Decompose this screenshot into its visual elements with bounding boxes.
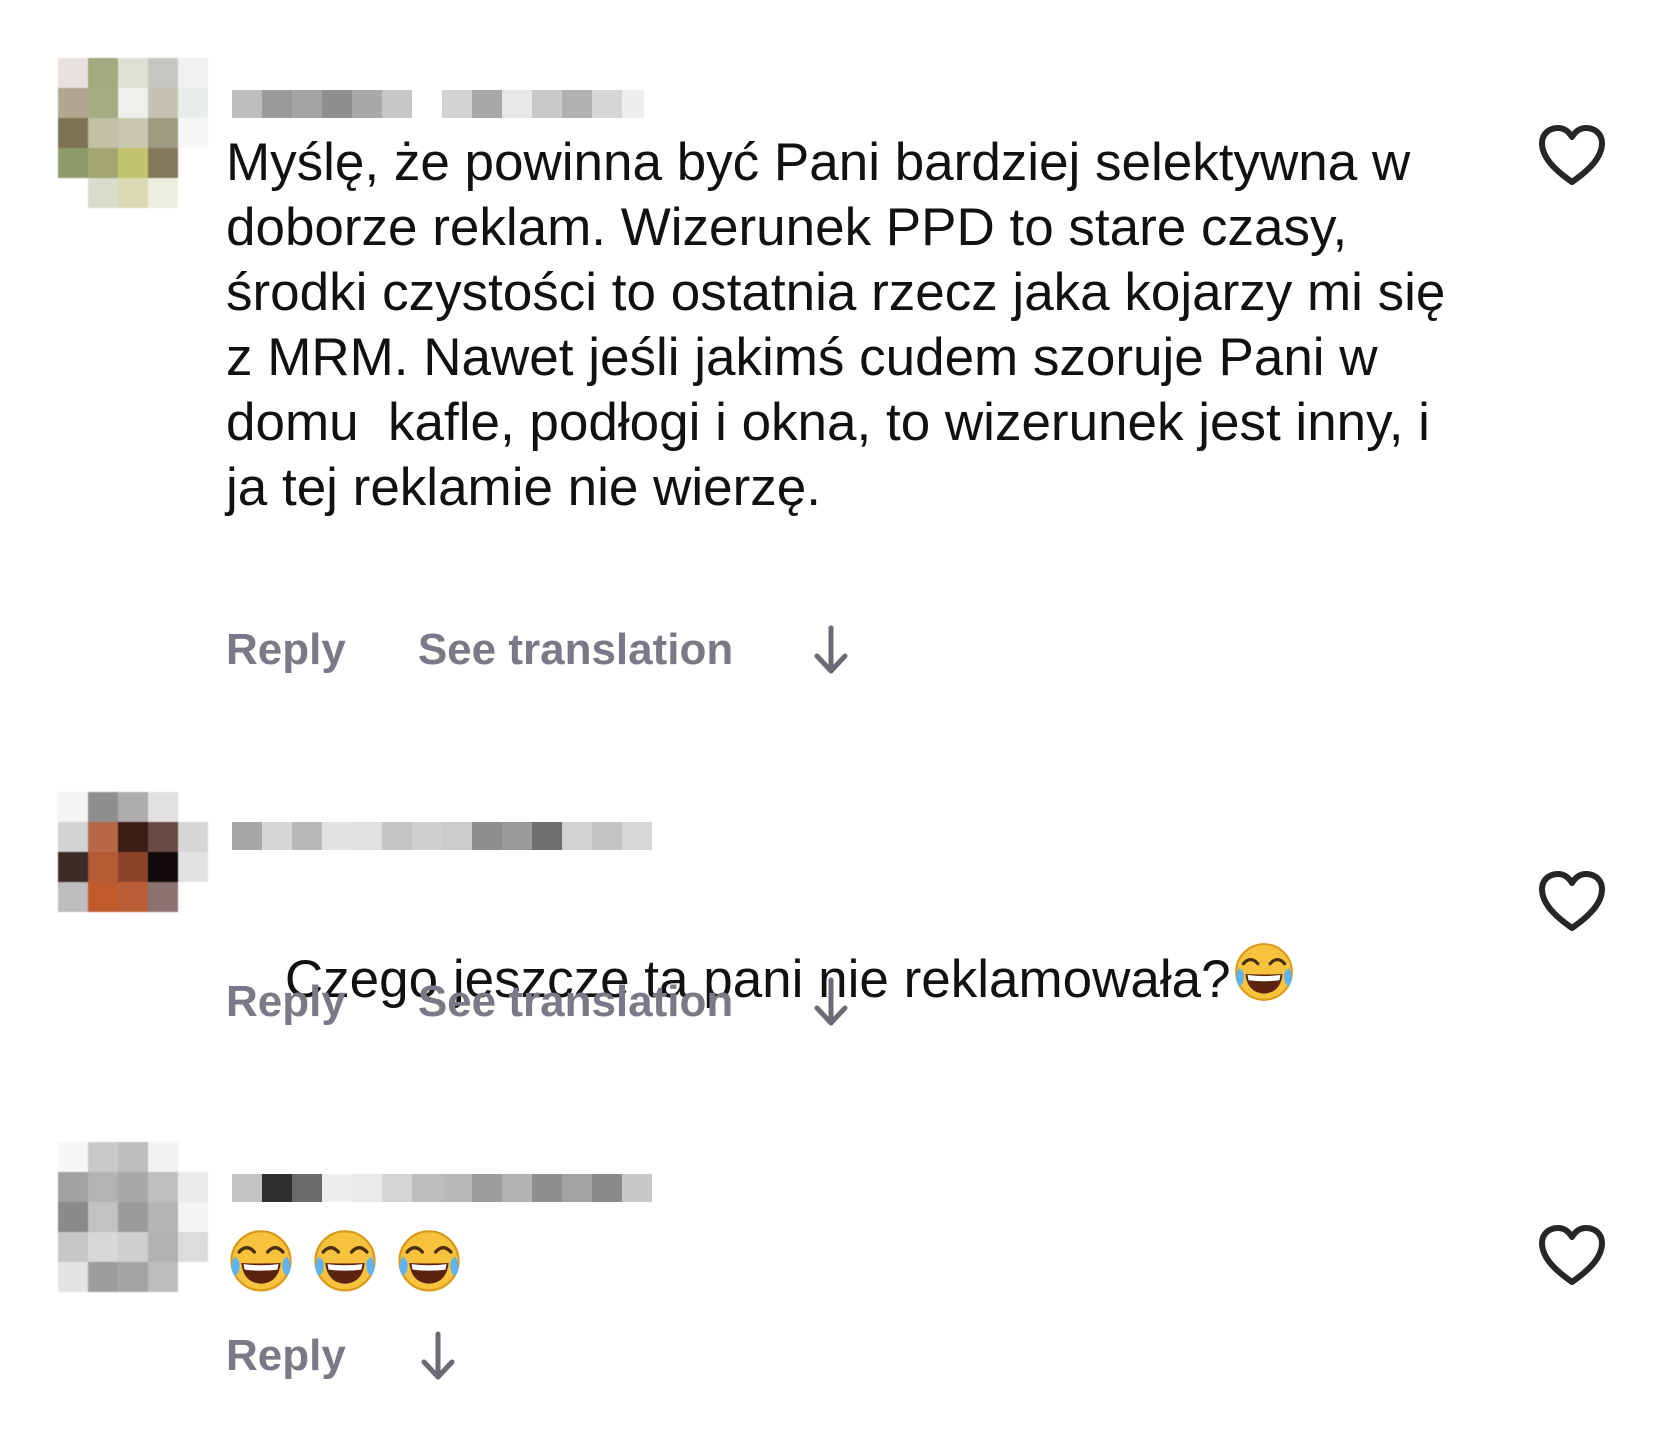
face-with-tears-of-joy-icon <box>310 1228 380 1298</box>
username-redacted[interactable] <box>232 1142 652 1202</box>
comment-emojis <box>226 1228 464 1298</box>
reply-button[interactable]: Reply <box>226 1331 346 1381</box>
face-with-tears-of-joy-icon <box>226 1228 296 1298</box>
avatar[interactable] <box>58 1142 208 1292</box>
heart-outline-icon[interactable] <box>1538 1224 1606 1286</box>
comment-3: Reply <box>0 0 1656 1440</box>
face-with-tears-of-joy-icon <box>394 1228 464 1298</box>
comment-actions: Reply <box>226 1326 458 1386</box>
arrow-down-icon[interactable] <box>418 1330 458 1382</box>
